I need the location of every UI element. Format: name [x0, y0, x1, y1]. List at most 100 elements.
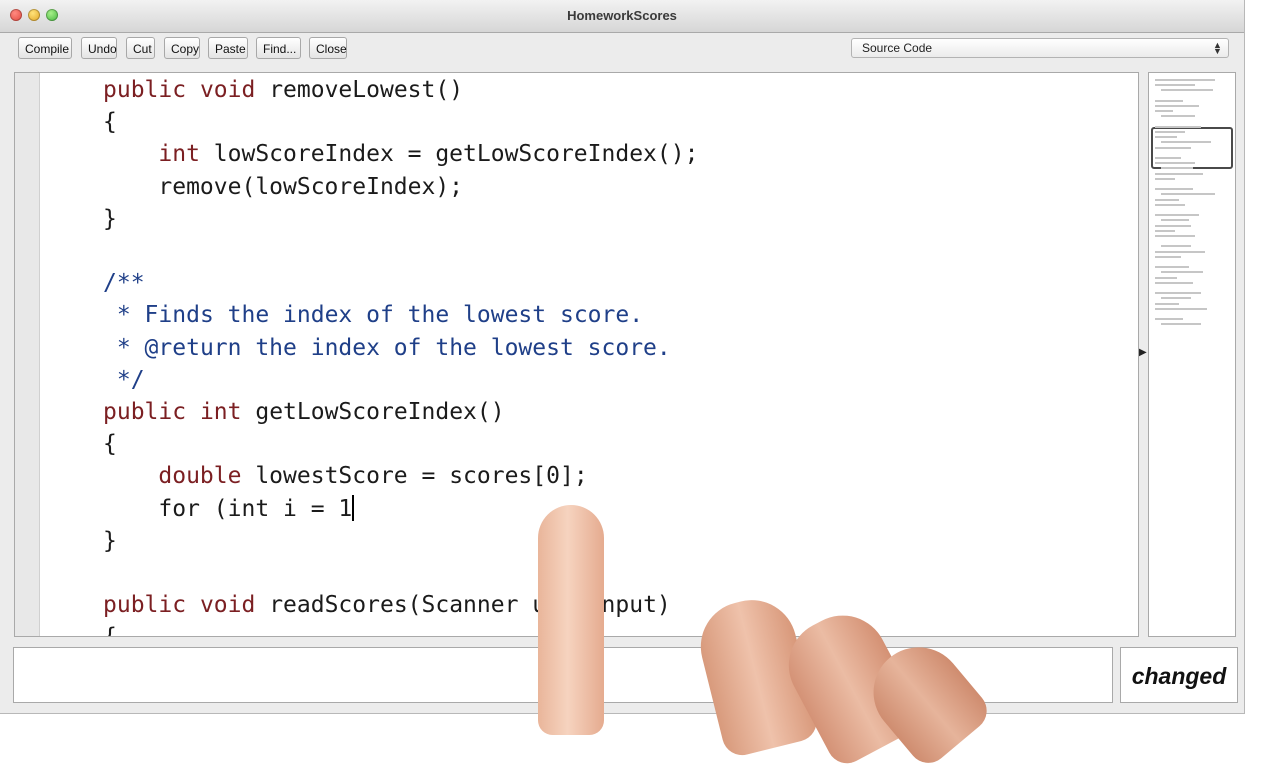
code-token: remove(lowScoreIndex);	[158, 173, 464, 200]
code-comment: * @return the index of the lowest score.	[116, 334, 671, 361]
minimap-line	[1155, 255, 1181, 258]
minimap-line	[1155, 318, 1183, 321]
code-line: {	[103, 622, 117, 636]
minimap-line	[1155, 162, 1195, 165]
code-token: }	[103, 205, 117, 232]
minimap-line	[1161, 115, 1195, 118]
minimap-line	[1161, 193, 1215, 196]
minimap-line	[1155, 125, 1201, 128]
code-token: for (int i = 1	[158, 495, 353, 522]
editor-window: HomeworkScores Compile Undo Cut Copy Pas…	[0, 0, 1245, 714]
minimap-line	[1161, 271, 1203, 274]
code-line: }	[103, 204, 117, 234]
cut-button[interactable]: Cut	[126, 37, 155, 59]
code-line: public int getLowScoreIndex()	[103, 397, 505, 427]
code-line: for (int i = 1	[103, 494, 355, 524]
minimap-line	[1161, 89, 1213, 92]
minimap-line	[1155, 79, 1215, 81]
minimap-line	[1155, 177, 1175, 180]
view-select-value: Source Code	[862, 41, 933, 55]
code-line: remove(lowScoreIndex);	[103, 172, 463, 202]
code-keyword: int	[158, 141, 200, 168]
code-line: */	[103, 365, 145, 395]
collapse-arrow-icon[interactable]: ▶	[1139, 347, 1147, 358]
code-comment: * Finds the index of the lowest score.	[116, 302, 644, 329]
code-token: {	[103, 624, 117, 636]
code-line: }	[103, 526, 117, 556]
line-gutter	[15, 73, 40, 636]
code-line: /**	[103, 268, 145, 298]
code-keyword: public	[103, 399, 187, 425]
code-token: }	[103, 527, 117, 554]
code-line: * Finds the index of the lowest score.	[103, 300, 643, 330]
minimap-line	[1161, 167, 1193, 170]
minimap-line	[1155, 203, 1185, 206]
minimap-line	[1161, 323, 1201, 326]
minimap-line	[1155, 302, 1179, 305]
code-keyword: void	[199, 77, 256, 103]
minimap-line	[1155, 131, 1185, 133]
select-arrows-icon: ▲ ▼	[1213, 40, 1222, 56]
code-line: int lowScoreIndex = getLowScoreIndex();	[103, 139, 698, 169]
code-line: public void removeLowest()	[103, 75, 463, 105]
code-keyword: void	[199, 592, 256, 619]
minimap-line	[1155, 224, 1191, 227]
undo-button[interactable]: Undo	[81, 37, 117, 59]
text-caret	[352, 494, 355, 521]
minimap-line	[1155, 136, 1177, 139]
window-title: HomeworkScores	[567, 8, 677, 23]
minimap-line	[1155, 105, 1199, 107]
code-token: {	[103, 109, 117, 136]
minimap-line	[1155, 281, 1193, 284]
code-line: {	[103, 107, 117, 137]
minimap-line	[1155, 99, 1183, 102]
minimap-line	[1161, 297, 1191, 300]
minimap-line	[1155, 276, 1177, 279]
minimap-line	[1155, 229, 1175, 232]
minimap-line	[1155, 198, 1179, 201]
code-keyword: double	[158, 463, 242, 490]
code-token: getLowScoreIndex()	[241, 399, 505, 425]
code-token: {	[103, 431, 117, 458]
compile-button[interactable]: Compile	[18, 37, 72, 59]
code-line: double lowestScore = scores[0];	[103, 461, 588, 491]
minimap-line	[1155, 146, 1191, 149]
minimap-line	[1161, 141, 1211, 144]
minimap-line	[1161, 245, 1191, 248]
code-line: {	[103, 429, 117, 459]
code-token: readScores(Scanner userInput)	[255, 592, 671, 619]
minimap-line	[1155, 266, 1189, 269]
copy-button[interactable]: Copy	[164, 37, 200, 59]
code-keyword: int	[199, 399, 242, 425]
minimap-line	[1155, 250, 1205, 253]
code-token: lowScoreIndex = getLowScoreIndex();	[199, 141, 699, 168]
title-bar[interactable]: HomeworkScores	[0, 0, 1244, 33]
code-token: lowestScore = scores[0];	[241, 463, 588, 490]
code-line: * @return the index of the lowest score.	[103, 333, 671, 363]
view-select[interactable]: Source Code ▲ ▼	[851, 38, 1229, 58]
minimap-line	[1155, 172, 1203, 175]
minimap-line	[1155, 214, 1199, 217]
code-token: removeLowest()	[255, 77, 464, 103]
minimap-line	[1155, 84, 1195, 87]
find-button[interactable]: Find...	[256, 37, 301, 59]
code-comment: /**	[103, 270, 145, 297]
close-button[interactable]: Close	[309, 37, 347, 59]
minimap-line	[1155, 292, 1201, 295]
code-comment: */	[116, 366, 145, 393]
minimap-line	[1155, 235, 1195, 237]
paste-button[interactable]: Paste	[208, 37, 248, 59]
status-indicator: changed	[1120, 647, 1238, 703]
code-minimap[interactable]	[1148, 72, 1236, 637]
minimap-line	[1155, 157, 1181, 159]
